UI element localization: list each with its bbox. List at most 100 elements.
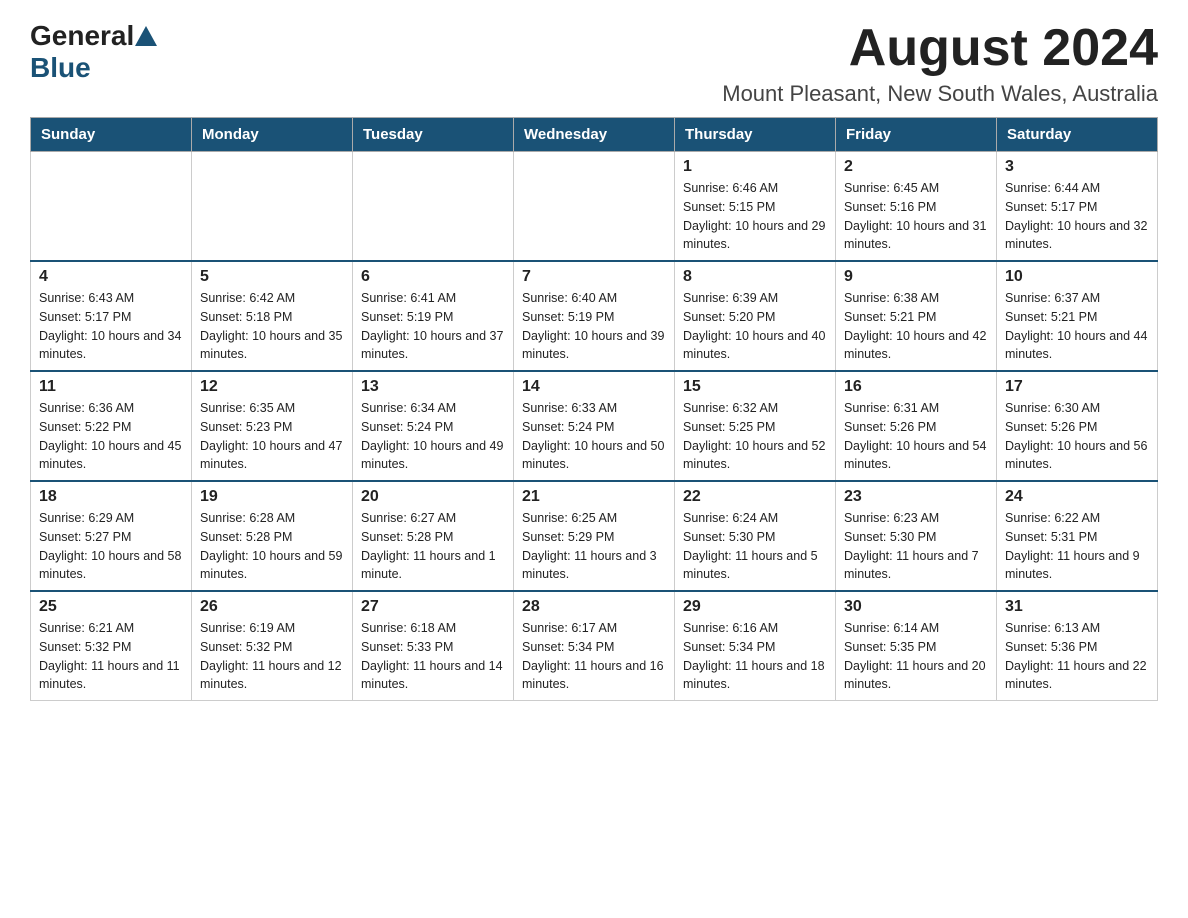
logo: General Blue bbox=[30, 20, 158, 84]
weekday-header-sunday: Sunday bbox=[31, 118, 192, 152]
calendar-cell: 3 Sunrise: 6:44 AMSunset: 5:17 PMDaylight… bbox=[997, 152, 1158, 262]
calendar-cell: 30 Sunrise: 6:14 AMSunset: 5:35 PMDayligh… bbox=[836, 591, 997, 701]
day-info: Sunrise: 6:33 AMSunset: 5:24 PMDaylight:… bbox=[522, 399, 666, 474]
day-number: 26 bbox=[200, 598, 344, 616]
day-number: 8 bbox=[683, 268, 827, 286]
calendar-cell: 21 Sunrise: 6:25 AMSunset: 5:29 PMDayligh… bbox=[514, 481, 675, 591]
calendar-cell: 12 Sunrise: 6:35 AMSunset: 5:23 PMDayligh… bbox=[192, 371, 353, 481]
day-info: Sunrise: 6:44 AMSunset: 5:17 PMDaylight:… bbox=[1005, 179, 1149, 254]
day-number: 25 bbox=[39, 598, 183, 616]
day-info: Sunrise: 6:23 AMSunset: 5:30 PMDaylight:… bbox=[844, 509, 988, 584]
day-info: Sunrise: 6:21 AMSunset: 5:32 PMDaylight:… bbox=[39, 619, 183, 694]
day-number: 6 bbox=[361, 268, 505, 286]
calendar-week-row: 11 Sunrise: 6:36 AMSunset: 5:22 PMDayligh… bbox=[31, 371, 1158, 481]
day-number: 23 bbox=[844, 488, 988, 506]
header-right: August 2024 Mount Pleasant, New South Wa… bbox=[722, 20, 1158, 107]
calendar-cell: 20Sunrise: 6:27 AMSunset: 5:28 PMDayligh… bbox=[353, 481, 514, 591]
day-info: Sunrise: 6:28 AMSunset: 5:28 PMDaylight:… bbox=[200, 509, 344, 584]
day-info: Sunrise: 6:45 AMSunset: 5:16 PMDaylight:… bbox=[844, 179, 988, 254]
day-info: Sunrise: 6:39 AMSunset: 5:20 PMDaylight:… bbox=[683, 289, 827, 364]
weekday-header-thursday: Thursday bbox=[675, 118, 836, 152]
day-info: Sunrise: 6:42 AMSunset: 5:18 PMDaylight:… bbox=[200, 289, 344, 364]
weekday-header-wednesday: Wednesday bbox=[514, 118, 675, 152]
calendar-cell: 22 Sunrise: 6:24 AMSunset: 5:30 PMDayligh… bbox=[675, 481, 836, 591]
day-info: Sunrise: 6:13 AMSunset: 5:36 PMDaylight:… bbox=[1005, 619, 1149, 694]
calendar-cell: 28Sunrise: 6:17 AMSunset: 5:34 PMDayligh… bbox=[514, 591, 675, 701]
day-number: 14 bbox=[522, 378, 666, 396]
day-info: Sunrise: 6:37 AMSunset: 5:21 PMDaylight:… bbox=[1005, 289, 1149, 364]
day-info: Sunrise: 6:30 AMSunset: 5:26 PMDaylight:… bbox=[1005, 399, 1149, 474]
day-info: Sunrise: 6:46 AMSunset: 5:15 PMDaylight:… bbox=[683, 179, 827, 254]
calendar-cell: 6 Sunrise: 6:41 AMSunset: 5:19 PMDaylight… bbox=[353, 261, 514, 371]
day-number: 10 bbox=[1005, 268, 1149, 286]
calendar-cell: 15 Sunrise: 6:32 AMSunset: 5:25 PMDayligh… bbox=[675, 371, 836, 481]
page-header: General Blue August 2024 Mount Pleasant,… bbox=[30, 20, 1158, 107]
day-number: 21 bbox=[522, 488, 666, 506]
calendar-header-row: SundayMondayTuesdayWednesdayThursdayFrid… bbox=[31, 118, 1158, 152]
calendar-cell: 29Sunrise: 6:16 AMSunset: 5:34 PMDayligh… bbox=[675, 591, 836, 701]
calendar-cell: 24Sunrise: 6:22 AMSunset: 5:31 PMDayligh… bbox=[997, 481, 1158, 591]
month-title: August 2024 bbox=[722, 20, 1158, 77]
day-info: Sunrise: 6:29 AMSunset: 5:27 PMDaylight:… bbox=[39, 509, 183, 584]
calendar-cell: 7Sunrise: 6:40 AMSunset: 5:19 PMDaylight… bbox=[514, 261, 675, 371]
calendar-cell: 31 Sunrise: 6:13 AMSunset: 5:36 PMDayligh… bbox=[997, 591, 1158, 701]
calendar-cell: 9 Sunrise: 6:38 AMSunset: 5:21 PMDaylight… bbox=[836, 261, 997, 371]
day-number: 16 bbox=[844, 378, 988, 396]
calendar-cell: 10 Sunrise: 6:37 AMSunset: 5:21 PMDayligh… bbox=[997, 261, 1158, 371]
day-number: 17 bbox=[1005, 378, 1149, 396]
day-info: Sunrise: 6:43 AMSunset: 5:17 PMDaylight:… bbox=[39, 289, 183, 364]
calendar-cell: 13Sunrise: 6:34 AMSunset: 5:24 PMDayligh… bbox=[353, 371, 514, 481]
calendar-week-row: 4 Sunrise: 6:43 AMSunset: 5:17 PMDaylight… bbox=[31, 261, 1158, 371]
weekday-header-friday: Friday bbox=[836, 118, 997, 152]
logo-icon bbox=[135, 26, 157, 46]
logo-blue-text: Blue bbox=[30, 52, 91, 83]
day-info: Sunrise: 6:27 AMSunset: 5:28 PMDaylight:… bbox=[361, 509, 505, 584]
day-number: 5 bbox=[200, 268, 344, 286]
day-number: 7 bbox=[522, 268, 666, 286]
day-number: 31 bbox=[1005, 598, 1149, 616]
day-info: Sunrise: 6:22 AMSunset: 5:31 PMDaylight:… bbox=[1005, 509, 1149, 584]
day-number: 13 bbox=[361, 378, 505, 396]
day-info: Sunrise: 6:16 AMSunset: 5:34 PMDaylight:… bbox=[683, 619, 827, 694]
day-number: 11 bbox=[39, 378, 183, 396]
day-number: 4 bbox=[39, 268, 183, 286]
weekday-header-saturday: Saturday bbox=[997, 118, 1158, 152]
day-info: Sunrise: 6:17 AMSunset: 5:34 PMDaylight:… bbox=[522, 619, 666, 694]
day-info: Sunrise: 6:35 AMSunset: 5:23 PMDaylight:… bbox=[200, 399, 344, 474]
day-info: Sunrise: 6:25 AMSunset: 5:29 PMDaylight:… bbox=[522, 509, 666, 584]
day-number: 30 bbox=[844, 598, 988, 616]
calendar-cell: 4 Sunrise: 6:43 AMSunset: 5:17 PMDaylight… bbox=[31, 261, 192, 371]
day-info: Sunrise: 6:14 AMSunset: 5:35 PMDaylight:… bbox=[844, 619, 988, 694]
day-number: 18 bbox=[39, 488, 183, 506]
calendar-week-row: 25 Sunrise: 6:21 AMSunset: 5:32 PMDayligh… bbox=[31, 591, 1158, 701]
calendar-cell: 5 Sunrise: 6:42 AMSunset: 5:18 PMDaylight… bbox=[192, 261, 353, 371]
calendar-cell: 25 Sunrise: 6:21 AMSunset: 5:32 PMDayligh… bbox=[31, 591, 192, 701]
day-number: 19 bbox=[200, 488, 344, 506]
logo-general-text: General bbox=[30, 20, 134, 52]
day-number: 3 bbox=[1005, 158, 1149, 176]
day-info: Sunrise: 6:19 AMSunset: 5:32 PMDaylight:… bbox=[200, 619, 344, 694]
day-info: Sunrise: 6:32 AMSunset: 5:25 PMDaylight:… bbox=[683, 399, 827, 474]
day-number: 15 bbox=[683, 378, 827, 396]
day-number: 12 bbox=[200, 378, 344, 396]
calendar-cell: 16 Sunrise: 6:31 AMSunset: 5:26 PMDayligh… bbox=[836, 371, 997, 481]
calendar-cell: 11 Sunrise: 6:36 AMSunset: 5:22 PMDayligh… bbox=[31, 371, 192, 481]
day-number: 9 bbox=[844, 268, 988, 286]
location-title: Mount Pleasant, New South Wales, Austral… bbox=[722, 81, 1158, 107]
weekday-header-tuesday: Tuesday bbox=[353, 118, 514, 152]
day-info: Sunrise: 6:38 AMSunset: 5:21 PMDaylight:… bbox=[844, 289, 988, 364]
day-info: Sunrise: 6:24 AMSunset: 5:30 PMDaylight:… bbox=[683, 509, 827, 584]
calendar-table: SundayMondayTuesdayWednesdayThursdayFrid… bbox=[30, 117, 1158, 701]
calendar-cell bbox=[192, 152, 353, 262]
day-number: 27 bbox=[361, 598, 505, 616]
day-info: Sunrise: 6:36 AMSunset: 5:22 PMDaylight:… bbox=[39, 399, 183, 474]
calendar-cell: 23 Sunrise: 6:23 AMSunset: 5:30 PMDayligh… bbox=[836, 481, 997, 591]
calendar-cell: 17 Sunrise: 6:30 AMSunset: 5:26 PMDayligh… bbox=[997, 371, 1158, 481]
weekday-header-monday: Monday bbox=[192, 118, 353, 152]
day-info: Sunrise: 6:31 AMSunset: 5:26 PMDaylight:… bbox=[844, 399, 988, 474]
calendar-cell: 18 Sunrise: 6:29 AMSunset: 5:27 PMDayligh… bbox=[31, 481, 192, 591]
day-number: 22 bbox=[683, 488, 827, 506]
calendar-cell bbox=[31, 152, 192, 262]
day-info: Sunrise: 6:41 AMSunset: 5:19 PMDaylight:… bbox=[361, 289, 505, 364]
day-number: 1 bbox=[683, 158, 827, 176]
